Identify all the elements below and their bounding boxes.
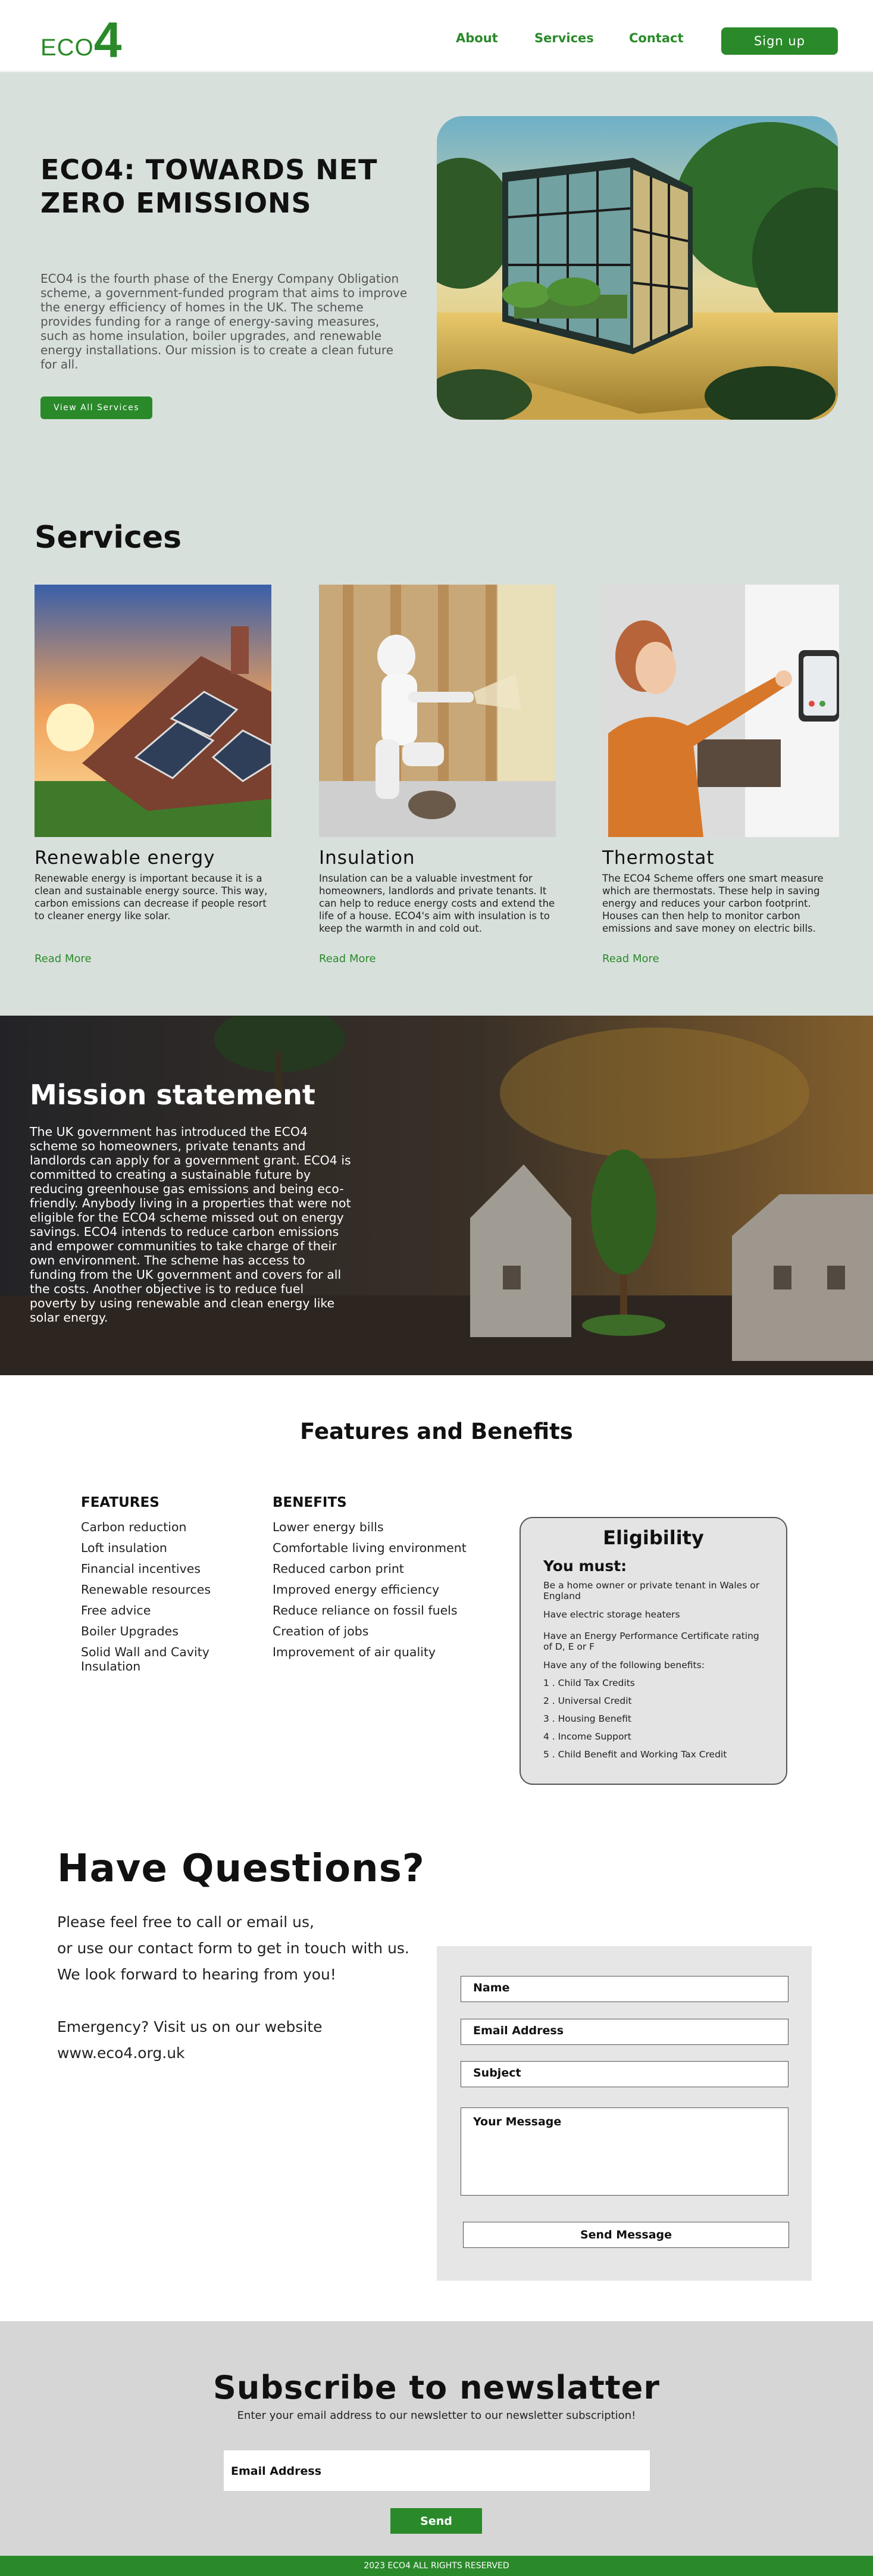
view-all-services-button[interactable]: View All Services: [40, 396, 152, 419]
signup-button[interactable]: Sign up: [721, 27, 838, 55]
service-card-text: Renewable energy is important because it…: [35, 873, 268, 922]
feature-item: Free advice: [81, 1603, 151, 1618]
benefits-heading: BENEFITS: [273, 1495, 347, 1510]
page: ECO 4 About Services Contact Sign up ECO…: [0, 0, 873, 2576]
eligibility-list: Be a home owner or private tenant in Wal…: [543, 1580, 769, 1760]
benefit-item: Reduce reliance on fossil fuels: [273, 1603, 458, 1618]
solar-roof-photo: [35, 585, 271, 837]
newsletter-section: Subscribe to newslatter Enter your email…: [0, 2321, 873, 2556]
services-heading: Services: [35, 520, 182, 555]
eligibility-heading: Eligibility: [603, 1526, 704, 1549]
nav-contact-link[interactable]: Contact: [629, 31, 684, 45]
questions-heading: Have Questions?: [57, 1847, 425, 1891]
nav-services-link[interactable]: Services: [534, 31, 594, 45]
message-field[interactable]: Your Message: [461, 2107, 788, 2196]
thermostat-photo: [602, 585, 839, 837]
service-card-insulation: Insulation Insulation can be a valuable …: [319, 585, 556, 965]
mission-text: The UK government has introduced the ECO…: [30, 1125, 351, 1325]
logo-text: ECO: [40, 34, 94, 61]
logo-number: 4: [93, 12, 122, 68]
service-card-title: Thermostat: [602, 847, 715, 869]
insulation-worker-photo: [319, 585, 556, 837]
service-card-title: Insulation: [319, 847, 415, 869]
benefit-item: Improved energy efficiency: [273, 1582, 440, 1597]
top-navigation: ECO 4 About Services Contact Sign up: [0, 0, 873, 71]
newsletter-send-button[interactable]: Send: [390, 2508, 482, 2534]
mission-heading: Mission statement: [30, 1079, 315, 1111]
benefits-column: BENEFITS Lower energy bills Comfortable …: [273, 1495, 467, 1666]
glass-house-illustration: [437, 116, 838, 420]
eligibility-item: 1 . Child Tax Credits: [543, 1678, 635, 1688]
feature-item: Renewable resources: [81, 1582, 211, 1597]
contact-line: or use our contact form to get in touch …: [57, 1940, 409, 1957]
benefits-list: Lower energy bills Comfortable living en…: [273, 1520, 467, 1659]
name-field[interactable]: Name: [461, 1976, 788, 2002]
send-message-button[interactable]: Send Message: [463, 2222, 789, 2248]
benefit-item: Improvement of air quality: [273, 1645, 436, 1659]
hero-section: ECO4: TOWARDS NET ZERO EMISSIONS ECO4 is…: [0, 72, 873, 1016]
contact-line: Please feel free to call or email us,: [57, 1913, 314, 1931]
features-list: Carbon reduction Loft insulation Financi…: [81, 1520, 230, 1673]
subject-field[interactable]: Subject: [461, 2061, 788, 2087]
read-more-link[interactable]: Read More: [319, 953, 376, 965]
service-card-text: The ECO4 Scheme offers one smart measure…: [602, 873, 824, 934]
benefit-item: Reduced carbon print: [273, 1562, 404, 1576]
email-field[interactable]: Email Address: [461, 2019, 788, 2045]
eligibility-item: 2 . Universal Credit: [543, 1696, 632, 1706]
newsletter-heading: Subscribe to newslatter: [213, 2369, 660, 2406]
feature-item: Loft insulation: [81, 1541, 167, 1555]
eligibility-item: 3 . Housing Benefit: [543, 1713, 631, 1724]
newsletter-text: Enter your email address to our newslett…: [237, 2409, 636, 2422]
contact-line: [57, 1988, 426, 2014]
service-card-title: Renewable energy: [35, 847, 215, 869]
feature-item: Boiler Upgrades: [81, 1624, 179, 1638]
features-column: FEATURES Carbon reduction Loft insulatio…: [81, 1495, 230, 1680]
eligibility-item: Have an Energy Performance Certificate r…: [543, 1631, 759, 1652]
service-card-thermostat: Thermostat The ECO4 Scheme offers one sm…: [602, 585, 839, 965]
eligibility-box: Eligibility You must: Be a home owner or…: [520, 1517, 787, 1785]
footer: 2023 ECO4 ALL RIGHTS RESERVED: [0, 2556, 873, 2576]
service-card-renewable: Renewable energy Renewable energy is imp…: [35, 585, 271, 965]
benefit-item: Comfortable living environment: [273, 1541, 467, 1555]
feature-item: Financial incentives: [81, 1562, 201, 1576]
features-benefits-heading: Features and Benefits: [300, 1419, 573, 1444]
hero-description: ECO4 is the fourth phase of the Energy C…: [40, 271, 408, 371]
eligibility-item: 4 . Income Support: [543, 1731, 631, 1742]
read-more-link[interactable]: Read More: [602, 953, 659, 965]
feature-item: Carbon reduction: [81, 1520, 187, 1534]
service-card-text: Insulation can be a valuable investment …: [319, 873, 555, 934]
contact-form: Name Email Address Subject Your Message …: [437, 1946, 812, 2281]
copyright-text: 2023 ECO4 ALL RIGHTS RESERVED: [364, 2561, 509, 2571]
eligibility-item: 5 . Child Benefit and Working Tax Credit: [543, 1749, 727, 1760]
eligibility-item: Be a home owner or private tenant in Wal…: [543, 1580, 760, 1601]
features-heading: FEATURES: [81, 1495, 159, 1510]
contact-line: We look forward to hearing from you!: [57, 1966, 336, 1983]
mission-section: Mission statement The UK government has …: [0, 1016, 873, 1375]
contact-line: Emergency? Visit us on our website: [57, 2018, 323, 2035]
newsletter-email-field[interactable]: Email Address: [224, 2450, 650, 2491]
eco4-logo[interactable]: ECO 4: [40, 12, 122, 68]
benefit-item: Creation of jobs: [273, 1624, 369, 1638]
eligibility-item: Have electric storage heaters: [543, 1609, 680, 1620]
feature-item: Solid Wall and Cavity Insulation: [81, 1645, 209, 1673]
contact-text: Please feel free to call or email us, or…: [57, 1909, 426, 2066]
website-link[interactable]: www.eco4.org.uk: [57, 2040, 426, 2066]
eligibility-item: Have any of the following benefits:: [543, 1660, 705, 1671]
hero-title: ECO4: TOWARDS NET ZERO EMISSIONS: [40, 154, 378, 219]
benefit-item: Lower energy bills: [273, 1520, 384, 1534]
read-more-link[interactable]: Read More: [35, 953, 92, 965]
eligibility-subheading: You must:: [543, 1557, 627, 1575]
nav-about-link[interactable]: About: [456, 31, 498, 45]
